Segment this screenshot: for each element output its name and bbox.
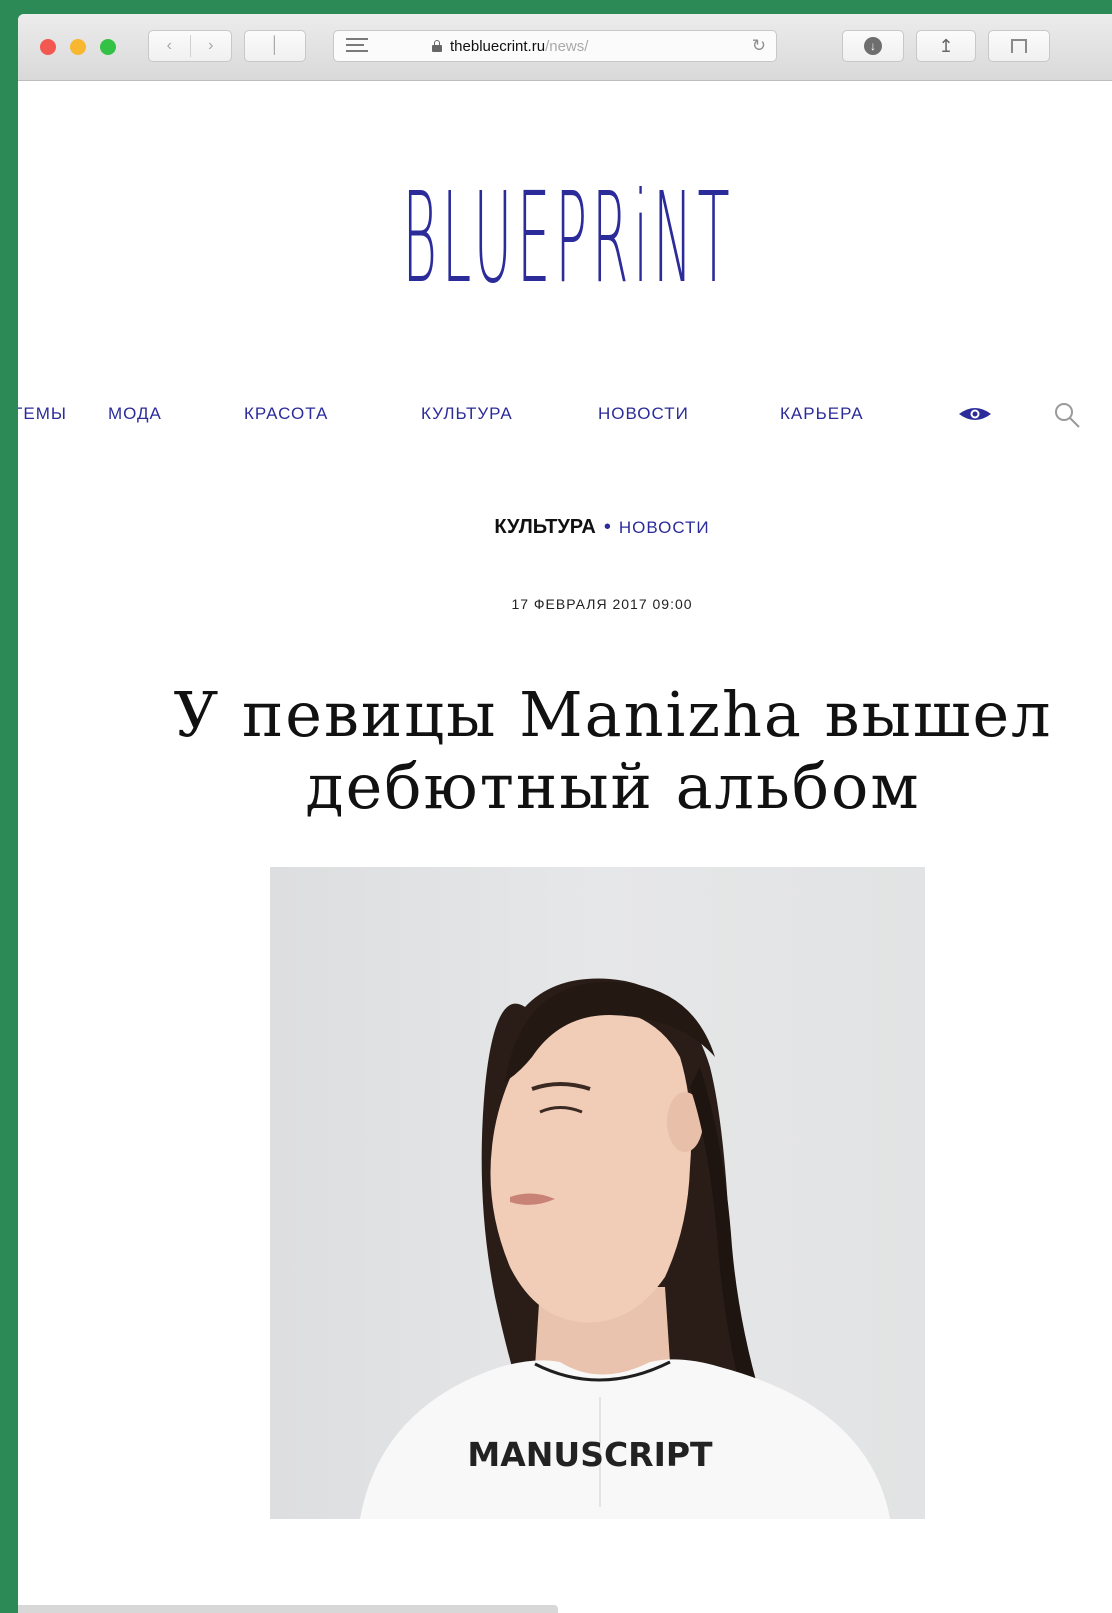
article-subcategory[interactable]: НОВОСТИ: [619, 518, 710, 537]
article-title: У певицы Manizha вышел дебютный альбом: [113, 679, 1112, 823]
minimize-window-button[interactable]: [70, 39, 86, 55]
back-button[interactable]: ‹: [149, 37, 190, 55]
reload-icon[interactable]: ↻: [752, 36, 766, 56]
lock-icon: [432, 40, 442, 52]
image-caption: MANUSCRIPT: [467, 1435, 713, 1474]
url-host: thebluecrint.ru: [450, 38, 546, 55]
url-text: thebluecrint.ru/news/: [450, 38, 588, 55]
site-navigation: ТЕМЫ МОДА КРАСОТА КУЛЬТУРА НОВОСТИ КАРЬЕ…: [18, 398, 1112, 430]
download-icon: ↓: [864, 37, 882, 55]
nav-item-beauty[interactable]: КРАСОТА: [244, 404, 328, 424]
article-title-line-2: дебютный альбом: [305, 750, 921, 823]
reader-icon[interactable]: [346, 38, 368, 54]
breadcrumb-separator: •: [603, 516, 611, 538]
search-icon[interactable]: [1053, 401, 1081, 429]
downloads-button[interactable]: ↓: [842, 30, 904, 62]
site-logo[interactable]: BLUEPRiNT: [338, 164, 800, 314]
article-hero-image: MANUSCRIPT: [270, 867, 925, 1519]
article-breadcrumb: КУЛЬТУРА • НОВОСТИ: [18, 516, 1112, 539]
nav-item-culture[interactable]: КУЛЬТУРА: [421, 404, 513, 424]
tabs-icon: [1011, 39, 1027, 53]
back-forward-buttons: ‹ ›: [148, 30, 232, 62]
horizontal-scrollbar[interactable]: [18, 1605, 558, 1613]
browser-toolbar: ‹ › │ thebluecrint.ru/news/ ↻ ↓ ↥: [18, 14, 1112, 81]
nav-item-career[interactable]: КАРЬЕРА: [780, 404, 864, 424]
article-date: 17 ФЕВРАЛЯ 2017 09:00: [511, 596, 693, 612]
sidebar-button[interactable]: │: [244, 30, 306, 62]
article-title-line-1: У певицы Manizha вышел: [173, 678, 1053, 751]
sidebar-icon: │: [270, 37, 280, 54]
browser-window: ‹ › │ thebluecrint.ru/news/ ↻ ↓ ↥ BLUEPR…: [18, 14, 1112, 1613]
forward-button[interactable]: ›: [191, 37, 232, 55]
share-icon: ↥: [938, 35, 954, 56]
url-path: /news/: [545, 38, 589, 55]
portrait-illustration: [360, 978, 890, 1519]
article-category[interactable]: КУЛЬТУРА: [494, 516, 595, 538]
tabs-overview-button[interactable]: [988, 30, 1050, 62]
eye-icon[interactable]: [958, 406, 992, 422]
address-bar[interactable]: thebluecrint.ru/news/ ↻: [333, 30, 777, 62]
share-button[interactable]: ↥: [916, 30, 976, 62]
close-window-button[interactable]: [40, 39, 56, 55]
nav-item-news[interactable]: НОВОСТИ: [598, 404, 689, 424]
zoom-window-button[interactable]: [100, 39, 116, 55]
nav-item-fashion[interactable]: МОДА: [108, 404, 162, 424]
nav-item-themes[interactable]: ТЕМЫ: [18, 404, 67, 424]
